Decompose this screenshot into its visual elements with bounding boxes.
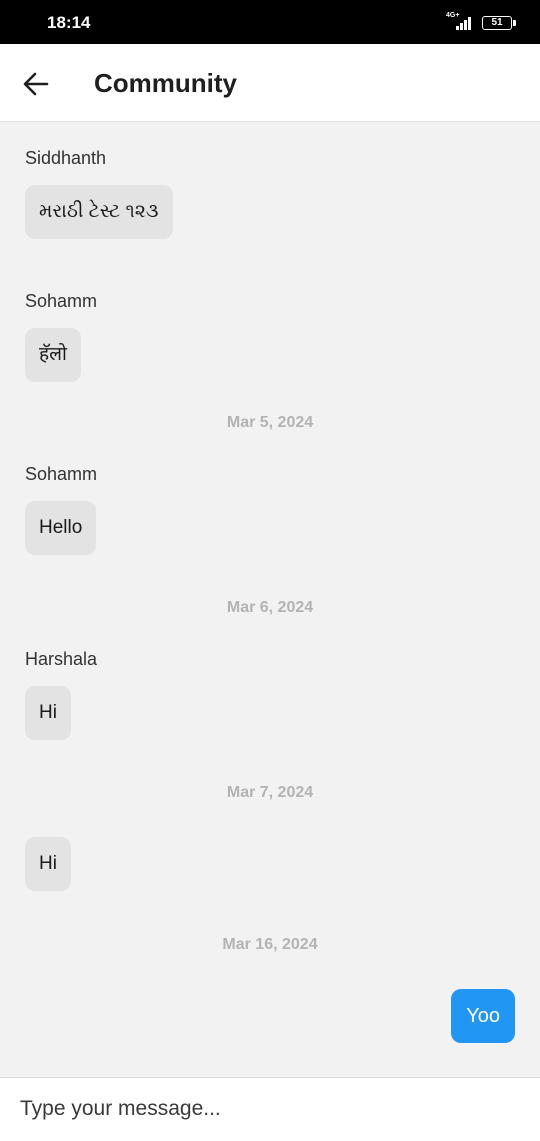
date-separator: Mar 5, 2024 — [226, 414, 314, 431]
message-sender: Sohamm — [25, 464, 98, 484]
page-title: Community — [94, 68, 237, 98]
signal-icon — [456, 15, 474, 30]
battery-tip — [513, 20, 516, 26]
status-bar: 18:14 4G+ 51 — [0, 0, 540, 44]
my-message-bubble[interactable]: Yoo — [451, 989, 515, 1043]
message-sender: Harshala — [25, 649, 98, 669]
battery-icon: 51 — [482, 16, 512, 30]
message-bubble[interactable]: Hi — [25, 837, 71, 891]
app-bar: Community — [0, 44, 540, 122]
message-bubble[interactable]: हॅलो — [25, 328, 81, 382]
back-button[interactable] — [20, 68, 52, 100]
message-list[interactable]: Siddhanth મરાઠી ટેસ્ટ ૧૨૩ Sohamm हॅलो Ma… — [0, 122, 540, 1077]
message-sender: Siddhanth — [25, 148, 107, 168]
date-separator: Mar 16, 2024 — [222, 936, 318, 953]
status-time: 18:14 — [47, 13, 91, 32]
composer-bar — [0, 1077, 540, 1141]
arrow-left-icon — [23, 72, 49, 96]
date-separator: Mar 7, 2024 — [226, 784, 314, 801]
message-sender: Sohamm — [25, 291, 98, 311]
date-separator: Mar 6, 2024 — [226, 599, 314, 616]
message-input[interactable] — [0, 1078, 540, 1140]
message-bubble[interactable]: Hi — [25, 686, 71, 740]
message-bubble[interactable]: Hello — [25, 501, 97, 555]
message-bubble[interactable]: મરાઠી ટેસ્ટ ૧૨૩ — [25, 185, 173, 239]
